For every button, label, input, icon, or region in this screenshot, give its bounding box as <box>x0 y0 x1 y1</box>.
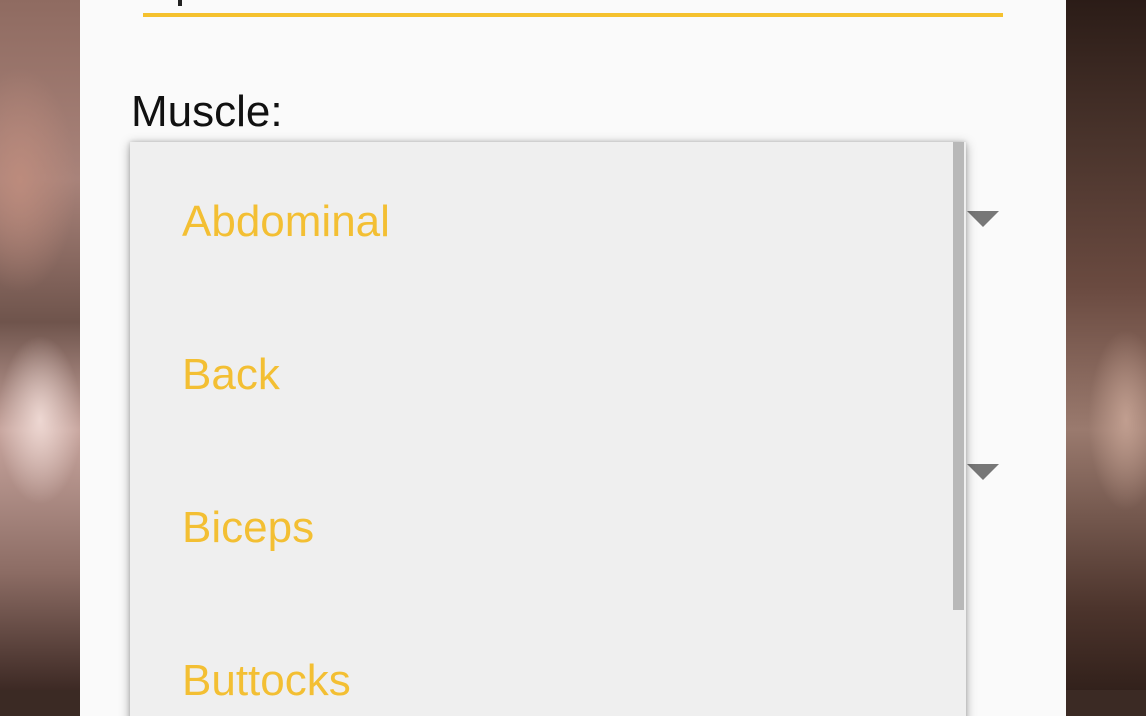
dropdown-option-abdominal[interactable]: Abdominal <box>182 196 390 248</box>
muscle-label: Muscle: <box>131 87 283 136</box>
dropdown-option-back[interactable]: Back <box>182 349 280 401</box>
dropdown-option-biceps[interactable]: Biceps <box>182 502 314 554</box>
muscle-spinner-dropdown-arrow-icon[interactable] <box>967 211 999 227</box>
muscle-dropdown-list: Abdominal Back Biceps Buttocks <box>130 142 966 716</box>
screen: Muscle: Abdominal Back Biceps Buttocks <box>0 0 1146 716</box>
name-input-text-fragment <box>178 0 182 6</box>
name-input-field[interactable] <box>143 13 1003 17</box>
second-spinner-dropdown-arrow-icon[interactable] <box>967 464 999 480</box>
dropdown-scrollbar[interactable] <box>953 142 964 610</box>
background-photo-right <box>1066 0 1146 716</box>
background-photo-left <box>0 0 80 716</box>
dropdown-option-buttocks[interactable]: Buttocks <box>182 655 351 707</box>
